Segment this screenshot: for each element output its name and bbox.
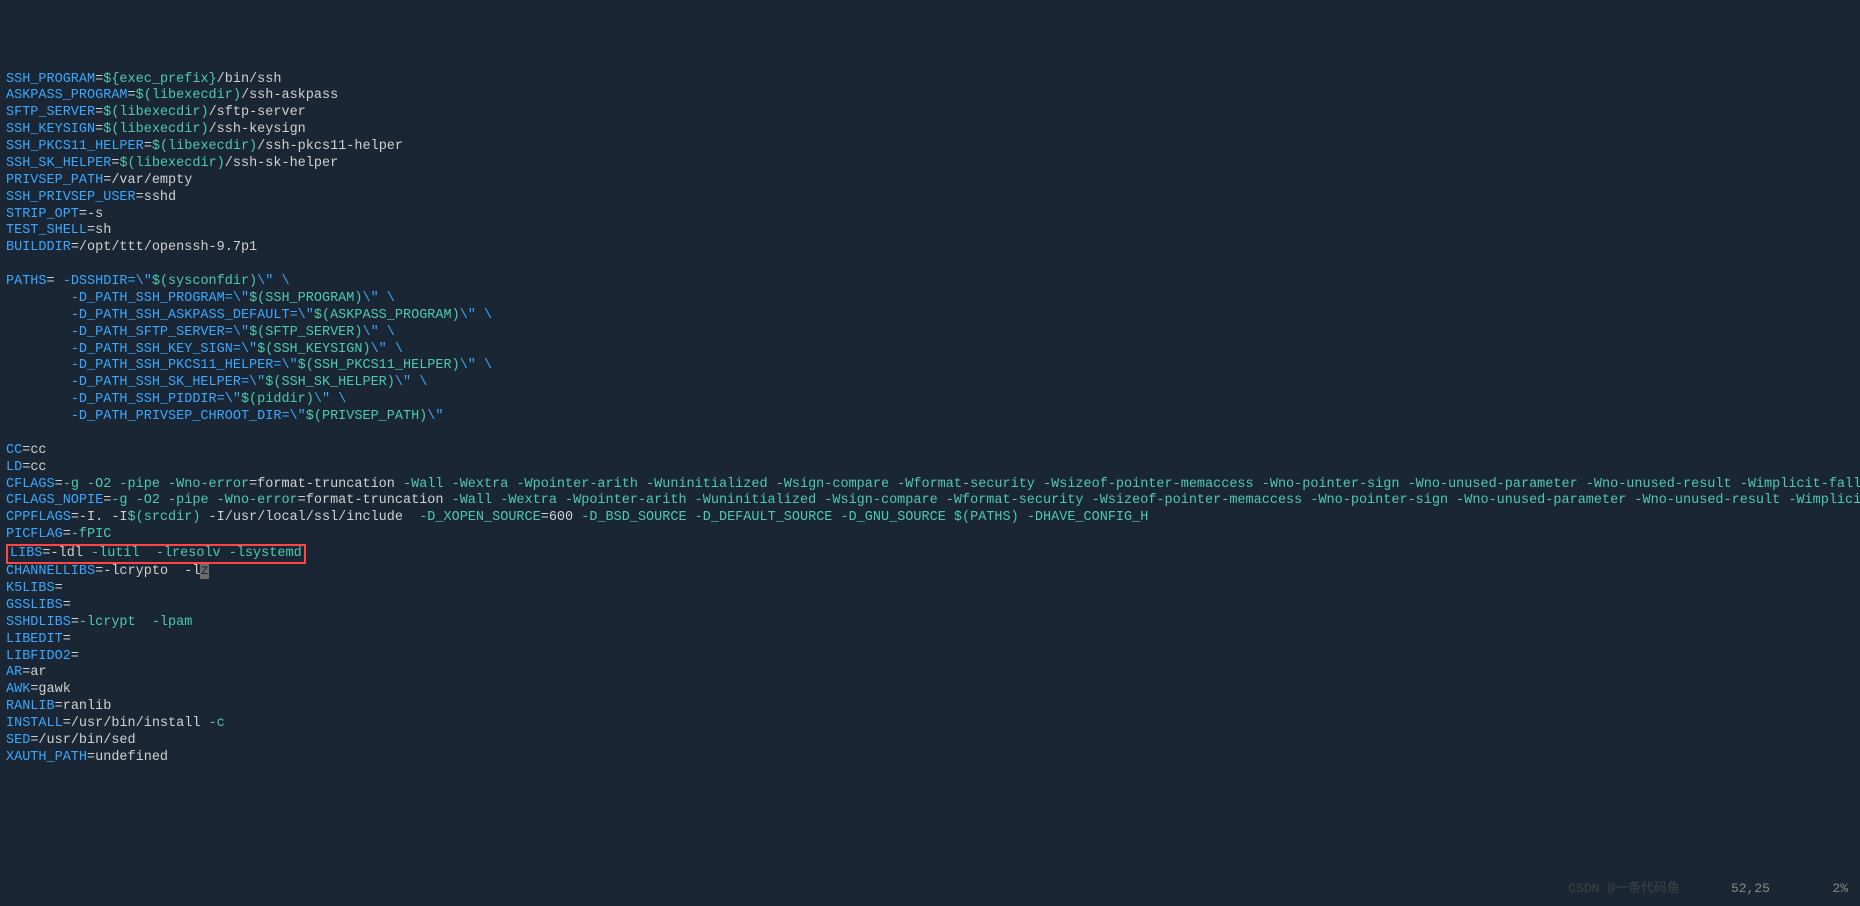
cursor-selection: z [200, 564, 208, 579]
makefile-line: ASKPASS_PROGRAM=$(libexecdir)/ssh-askpas… [6, 88, 1854, 105]
libs-line: LIBS=-ldl -lutil -lresolv -lsystemd [6, 544, 1854, 564]
makefile-line: AR=ar [6, 665, 1854, 682]
makefile-line: SED=/usr/bin/sed [6, 733, 1854, 750]
cppflags-line: CPPFLAGS=-I. -I$(srcdir) -I/usr/local/ss… [6, 510, 1854, 527]
makefile-line: LD=cc [6, 460, 1854, 477]
status-line: 52 [1731, 881, 1747, 896]
paths-line: -D_PATH_SSH_SK_HELPER=\"$(SSH_SK_HELPER)… [6, 375, 1854, 392]
status-pct: 2% [1832, 881, 1848, 896]
cflags-line: CFLAGS=-g -O2 -pipe -Wno-error=format-tr… [6, 477, 1854, 494]
paths-line: -D_PATH_SFTP_SERVER=\"$(SFTP_SERVER)\" \ [6, 325, 1854, 342]
makefile-line: SSH_PROGRAM=${exec_prefix}/bin/ssh [6, 72, 1854, 89]
makefile-line: SSH_KEYSIGN=$(libexecdir)/ssh-keysign [6, 122, 1854, 139]
cflags-nopie-line: CFLAGS_NOPIE=-g -O2 -pipe -Wno-error=for… [6, 493, 1854, 510]
makefile-line: BUILDDIR=/opt/ttt/openssh-9.7p1 [6, 240, 1854, 257]
paths-line: -D_PATH_SSH_PKCS11_HELPER=\"$(SSH_PKCS11… [6, 358, 1854, 375]
makefile-line: SSH_PKCS11_HELPER=$(libexecdir)/ssh-pkcs… [6, 139, 1854, 156]
paths-line: -D_PATH_SSH_PROGRAM=\"$(SSH_PROGRAM)\" \ [6, 291, 1854, 308]
makefile-line: CC=cc [6, 443, 1854, 460]
paths-line: -D_PATH_PRIVSEP_CHROOT_DIR=\"$(PRIVSEP_P… [6, 409, 1854, 426]
makefile-line: SSH_SK_HELPER=$(libexecdir)/ssh-sk-helpe… [6, 156, 1854, 173]
makefile-line: PRIVSEP_PATH=/var/empty [6, 173, 1854, 190]
terminal-output: SSH_PROGRAM=${exec_prefix}/bin/sshASKPAS… [6, 72, 1854, 767]
sshdlibs-line: SSHDLIBS=-lcrypt -lpam [6, 615, 1854, 632]
makefile-line: TEST_SHELL=sh [6, 223, 1854, 240]
makefile-line: STRIP_OPT=-s [6, 207, 1854, 224]
makefile-line: RANLIB=ranlib [6, 699, 1854, 716]
makefile-line: LIBFIDO2= [6, 649, 1854, 666]
makefile-line: LIBEDIT= [6, 632, 1854, 649]
makefile-line: AWK=gawk [6, 682, 1854, 699]
channellibs-line: CHANNELLIBS=-lcrypto -lz [6, 564, 1854, 581]
paths-line: PATHS= -DSSHDIR=\"$(sysconfdir)\" \ [6, 274, 1854, 291]
makefile-line: XAUTH_PATH=undefined [6, 750, 1854, 767]
highlighted-box: LIBS=-ldl -lutil -lresolv -lsystemd [6, 544, 306, 564]
watermark: CSDN @一条代码鱼 [1568, 881, 1680, 897]
makefile-line: PICFLAG=-fPIC [6, 527, 1854, 544]
vim-status-bar: 52,25 2% [1715, 865, 1848, 898]
paths-line: -D_PATH_SSH_KEY_SIGN=\"$(SSH_KEYSIGN)\" … [6, 342, 1854, 359]
makefile-line: GSSLIBS= [6, 598, 1854, 615]
status-col: 25 [1754, 881, 1770, 896]
install-line: INSTALL=/usr/bin/install -c [6, 716, 1854, 733]
makefile-line: SSH_PRIVSEP_USER=sshd [6, 190, 1854, 207]
makefile-line: K5LIBS= [6, 581, 1854, 598]
paths-line: -D_PATH_SSH_PIDDIR=\"$(piddir)\" \ [6, 392, 1854, 409]
makefile-line: SFTP_SERVER=$(libexecdir)/sftp-server [6, 105, 1854, 122]
paths-line: -D_PATH_SSH_ASKPASS_DEFAULT=\"$(ASKPASS_… [6, 308, 1854, 325]
